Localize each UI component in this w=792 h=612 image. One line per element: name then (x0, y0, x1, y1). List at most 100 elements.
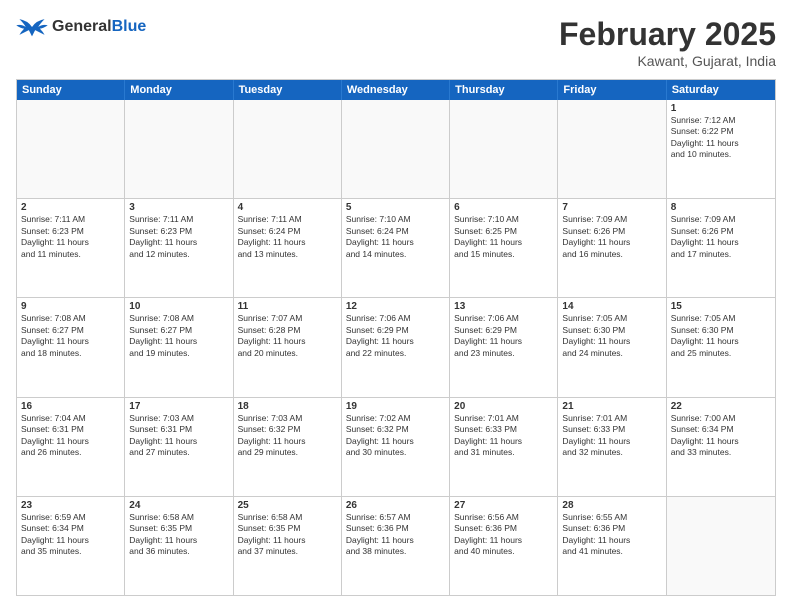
cal-row-2: 9Sunrise: 7:08 AM Sunset: 6:27 PM Daylig… (17, 297, 775, 396)
day-info: Sunrise: 6:59 AM Sunset: 6:34 PM Dayligh… (21, 512, 120, 558)
header-monday: Monday (125, 80, 233, 100)
cal-cell-4-0: 23Sunrise: 6:59 AM Sunset: 6:34 PM Dayli… (17, 497, 125, 595)
cal-cell-4-5: 28Sunrise: 6:55 AM Sunset: 6:36 PM Dayli… (558, 497, 666, 595)
day-number: 28 (562, 500, 661, 511)
day-info: Sunrise: 7:01 AM Sunset: 6:33 PM Dayligh… (562, 413, 661, 459)
header-friday: Friday (558, 80, 666, 100)
day-info: Sunrise: 7:03 AM Sunset: 6:31 PM Dayligh… (129, 413, 228, 459)
day-number: 14 (562, 301, 661, 312)
cal-cell-2-0: 9Sunrise: 7:08 AM Sunset: 6:27 PM Daylig… (17, 298, 125, 396)
calendar: Sunday Monday Tuesday Wednesday Thursday… (16, 79, 776, 596)
day-info: Sunrise: 7:06 AM Sunset: 6:29 PM Dayligh… (454, 313, 553, 359)
day-info: Sunrise: 7:07 AM Sunset: 6:28 PM Dayligh… (238, 313, 337, 359)
cal-cell-4-2: 25Sunrise: 6:58 AM Sunset: 6:35 PM Dayli… (234, 497, 342, 595)
day-number: 3 (129, 202, 228, 213)
day-info: Sunrise: 7:11 AM Sunset: 6:23 PM Dayligh… (129, 214, 228, 260)
day-number: 16 (21, 401, 120, 412)
cal-cell-0-1 (125, 100, 233, 198)
cal-cell-3-3: 19Sunrise: 7:02 AM Sunset: 6:32 PM Dayli… (342, 398, 450, 496)
cal-cell-3-5: 21Sunrise: 7:01 AM Sunset: 6:33 PM Dayli… (558, 398, 666, 496)
cal-cell-1-0: 2Sunrise: 7:11 AM Sunset: 6:23 PM Daylig… (17, 199, 125, 297)
calendar-header: Sunday Monday Tuesday Wednesday Thursday… (17, 80, 775, 100)
day-info: Sunrise: 7:11 AM Sunset: 6:23 PM Dayligh… (21, 214, 120, 260)
day-number: 19 (346, 401, 445, 412)
day-number: 18 (238, 401, 337, 412)
day-info: Sunrise: 7:11 AM Sunset: 6:24 PM Dayligh… (238, 214, 337, 260)
day-info: Sunrise: 6:57 AM Sunset: 6:36 PM Dayligh… (346, 512, 445, 558)
cal-cell-3-4: 20Sunrise: 7:01 AM Sunset: 6:33 PM Dayli… (450, 398, 558, 496)
day-number: 1 (671, 103, 771, 114)
logo-general: General (52, 18, 112, 35)
calendar-body: 1Sunrise: 7:12 AM Sunset: 6:22 PM Daylig… (17, 100, 775, 595)
day-number: 2 (21, 202, 120, 213)
day-info: Sunrise: 7:12 AM Sunset: 6:22 PM Dayligh… (671, 115, 771, 161)
day-number: 26 (346, 500, 445, 511)
logo: GeneralBlue (16, 16, 146, 38)
cal-cell-1-6: 8Sunrise: 7:09 AM Sunset: 6:26 PM Daylig… (667, 199, 775, 297)
day-info: Sunrise: 7:08 AM Sunset: 6:27 PM Dayligh… (129, 313, 228, 359)
day-number: 22 (671, 401, 771, 412)
cal-cell-0-2 (234, 100, 342, 198)
day-info: Sunrise: 7:00 AM Sunset: 6:34 PM Dayligh… (671, 413, 771, 459)
day-info: Sunrise: 7:02 AM Sunset: 6:32 PM Dayligh… (346, 413, 445, 459)
cal-cell-1-2: 4Sunrise: 7:11 AM Sunset: 6:24 PM Daylig… (234, 199, 342, 297)
day-number: 5 (346, 202, 445, 213)
header-thursday: Thursday (450, 80, 558, 100)
cal-cell-0-6: 1Sunrise: 7:12 AM Sunset: 6:22 PM Daylig… (667, 100, 775, 198)
day-number: 17 (129, 401, 228, 412)
day-number: 9 (21, 301, 120, 312)
page: GeneralBlue February 2025 Kawant, Gujara… (0, 0, 792, 612)
title-block: February 2025 Kawant, Gujarat, India (559, 16, 776, 69)
cal-cell-2-2: 11Sunrise: 7:07 AM Sunset: 6:28 PM Dayli… (234, 298, 342, 396)
cal-cell-4-3: 26Sunrise: 6:57 AM Sunset: 6:36 PM Dayli… (342, 497, 450, 595)
day-info: Sunrise: 7:06 AM Sunset: 6:29 PM Dayligh… (346, 313, 445, 359)
logo-icon (16, 16, 48, 38)
header-saturday: Saturday (667, 80, 775, 100)
cal-cell-0-5 (558, 100, 666, 198)
cal-cell-2-1: 10Sunrise: 7:08 AM Sunset: 6:27 PM Dayli… (125, 298, 233, 396)
day-info: Sunrise: 6:58 AM Sunset: 6:35 PM Dayligh… (129, 512, 228, 558)
cal-cell-0-0 (17, 100, 125, 198)
cal-cell-2-5: 14Sunrise: 7:05 AM Sunset: 6:30 PM Dayli… (558, 298, 666, 396)
cal-row-0: 1Sunrise: 7:12 AM Sunset: 6:22 PM Daylig… (17, 100, 775, 198)
day-info: Sunrise: 7:05 AM Sunset: 6:30 PM Dayligh… (562, 313, 661, 359)
day-info: Sunrise: 7:04 AM Sunset: 6:31 PM Dayligh… (21, 413, 120, 459)
cal-cell-3-1: 17Sunrise: 7:03 AM Sunset: 6:31 PM Dayli… (125, 398, 233, 496)
day-info: Sunrise: 7:10 AM Sunset: 6:25 PM Dayligh… (454, 214, 553, 260)
cal-cell-1-1: 3Sunrise: 7:11 AM Sunset: 6:23 PM Daylig… (125, 199, 233, 297)
month-title: February 2025 (559, 16, 776, 53)
cal-cell-4-1: 24Sunrise: 6:58 AM Sunset: 6:35 PM Dayli… (125, 497, 233, 595)
day-number: 15 (671, 301, 771, 312)
header-wednesday: Wednesday (342, 80, 450, 100)
day-info: Sunrise: 7:08 AM Sunset: 6:27 PM Dayligh… (21, 313, 120, 359)
cal-cell-4-4: 27Sunrise: 6:56 AM Sunset: 6:36 PM Dayli… (450, 497, 558, 595)
day-number: 8 (671, 202, 771, 213)
header-tuesday: Tuesday (234, 80, 342, 100)
cal-cell-2-3: 12Sunrise: 7:06 AM Sunset: 6:29 PM Dayli… (342, 298, 450, 396)
cal-cell-1-3: 5Sunrise: 7:10 AM Sunset: 6:24 PM Daylig… (342, 199, 450, 297)
day-number: 11 (238, 301, 337, 312)
day-info: Sunrise: 7:10 AM Sunset: 6:24 PM Dayligh… (346, 214, 445, 260)
logo-blue: Blue (112, 18, 147, 35)
cal-cell-3-2: 18Sunrise: 7:03 AM Sunset: 6:32 PM Dayli… (234, 398, 342, 496)
day-number: 6 (454, 202, 553, 213)
day-number: 21 (562, 401, 661, 412)
cal-row-3: 16Sunrise: 7:04 AM Sunset: 6:31 PM Dayli… (17, 397, 775, 496)
day-number: 7 (562, 202, 661, 213)
cal-cell-3-0: 16Sunrise: 7:04 AM Sunset: 6:31 PM Dayli… (17, 398, 125, 496)
logo-text: GeneralBlue (52, 18, 146, 36)
cal-cell-4-6 (667, 497, 775, 595)
day-number: 10 (129, 301, 228, 312)
day-number: 12 (346, 301, 445, 312)
day-info: Sunrise: 7:05 AM Sunset: 6:30 PM Dayligh… (671, 313, 771, 359)
cal-row-1: 2Sunrise: 7:11 AM Sunset: 6:23 PM Daylig… (17, 198, 775, 297)
cal-cell-0-4 (450, 100, 558, 198)
day-number: 27 (454, 500, 553, 511)
day-number: 13 (454, 301, 553, 312)
cal-cell-2-4: 13Sunrise: 7:06 AM Sunset: 6:29 PM Dayli… (450, 298, 558, 396)
day-number: 20 (454, 401, 553, 412)
day-number: 25 (238, 500, 337, 511)
cal-cell-1-4: 6Sunrise: 7:10 AM Sunset: 6:25 PM Daylig… (450, 199, 558, 297)
cal-row-4: 23Sunrise: 6:59 AM Sunset: 6:34 PM Dayli… (17, 496, 775, 595)
header: GeneralBlue February 2025 Kawant, Gujara… (16, 16, 776, 69)
